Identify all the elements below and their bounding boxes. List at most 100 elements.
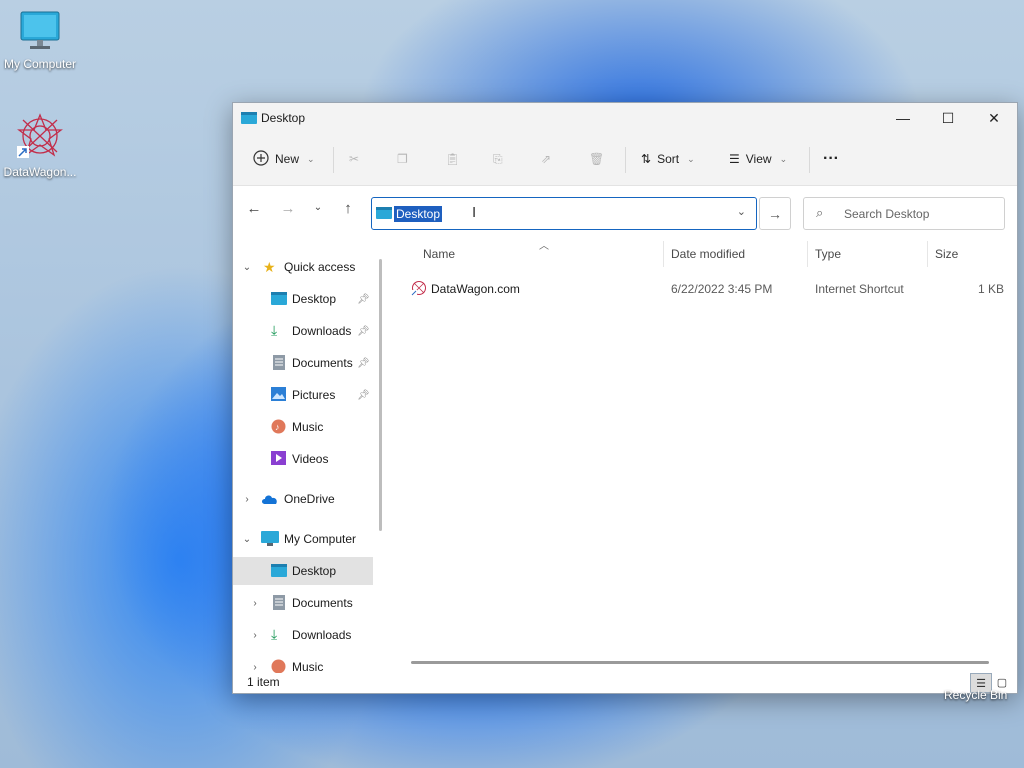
search-icon: ⌕ — [816, 205, 824, 220]
trash-icon: 🗑︎ — [589, 152, 605, 166]
chevron-down-icon[interactable]: ⌄ — [241, 262, 253, 273]
sidebar-item-label: Desktop — [292, 564, 337, 578]
command-bar: New ⌄ ✂ ❐ 📋︎ ⎘ ⇗ 🗑︎ ⇅ Sort ⌄ ☰ View ⌄ ··… — [233, 133, 1017, 186]
copy-button[interactable]: ❐ — [397, 147, 408, 171]
desktop-icon-recycle-bin-label[interactable]: Recycle Bin — [944, 688, 1007, 702]
download-arrow-icon: ⤓ — [271, 626, 278, 642]
column-header-size[interactable]: Size — [935, 247, 958, 261]
chevron-down-icon[interactable]: ⌄ — [241, 534, 253, 545]
file-size: 1 KB — [978, 282, 1005, 296]
chevron-down-icon: ⌄ — [687, 153, 695, 164]
file-name: DataWagon.com — [431, 282, 520, 296]
back-arrow-icon[interactable]: ← — [243, 200, 265, 220]
sidebar-scrollbar[interactable] — [379, 259, 382, 531]
sidebar-item-desktop[interactable]: Desktop 📌︎ — [233, 285, 373, 313]
recent-locations-chevron-icon[interactable]: ⌄ — [307, 202, 329, 222]
chevron-right-icon[interactable]: › — [249, 598, 261, 609]
column-header-name[interactable]: Name — [423, 247, 455, 261]
chevron-down-icon: ⌄ — [307, 153, 315, 164]
sidebar-item-music[interactable]: ♪ Music — [233, 413, 373, 441]
desktop-icon-label: My Computer — [3, 57, 77, 71]
maximize-button[interactable]: ☐ — [925, 103, 971, 133]
cloud-icon — [261, 493, 277, 509]
new-label: New — [275, 152, 300, 166]
title-bar[interactable]: Desktop — ☐ ✕ — [233, 103, 1017, 133]
table-row[interactable]: DataWagon.com 6/22/2022 3:45 PM Internet… — [409, 279, 1009, 301]
sidebar-item-documents[interactable]: Documents 📌︎ — [233, 349, 373, 377]
music-icon: ♪ — [271, 419, 287, 435]
new-button[interactable]: New ⌄ — [253, 147, 315, 171]
chevron-right-icon[interactable]: › — [249, 630, 261, 641]
monitor-icon — [0, 10, 80, 55]
cut-button[interactable]: ✂ — [349, 147, 359, 171]
view-button[interactable]: ☰ View ⌄ — [729, 147, 787, 171]
sidebar-item-computer-downloads[interactable]: › ⤓ Downloads — [233, 621, 373, 649]
divider[interactable] — [807, 241, 808, 267]
sort-ascending-icon: ︿ — [539, 241, 549, 252]
column-header-date[interactable]: Date modified — [671, 247, 745, 261]
divider[interactable] — [927, 241, 928, 267]
pin-icon[interactable]: 📌︎ — [357, 358, 370, 369]
datawagon-shortcut-icon — [0, 112, 80, 163]
go-button[interactable]: → — [759, 197, 791, 230]
document-icon — [273, 355, 289, 371]
desktop-icon-my-computer[interactable]: My Computer — [0, 10, 80, 71]
sidebar-item-pictures[interactable]: Pictures 📌︎ — [233, 381, 373, 409]
sidebar-item-videos[interactable]: Videos — [233, 445, 373, 473]
navigation-pane[interactable]: ⌄ ★ Quick access Desktop 📌︎ ⤓ Downloads … — [233, 233, 383, 673]
share-button[interactable]: ⇗ — [541, 147, 551, 171]
divider[interactable] — [663, 241, 664, 267]
file-explorer-window: Desktop — ☐ ✕ New ⌄ ✂ ❐ 📋︎ ⎘ ⇗ 🗑︎ ⇅ Sort… — [232, 102, 1018, 694]
sidebar-item-label: Quick access — [284, 260, 356, 274]
desktop-icon-datawagon[interactable]: DataWagon... — [0, 112, 80, 179]
chevron-right-icon[interactable]: › — [241, 494, 253, 505]
sidebar-item-label: Music — [292, 420, 324, 434]
sidebar-item-onedrive[interactable]: › OneDrive — [233, 485, 373, 513]
more-icon: ··· — [823, 150, 839, 167]
paste-button[interactable]: 📋︎ — [445, 147, 460, 171]
sidebar-item-downloads[interactable]: ⤓ Downloads 📌︎ — [233, 317, 373, 345]
copy-icon: ❐ — [397, 152, 408, 166]
sidebar-item-label: OneDrive — [284, 492, 335, 506]
sort-button[interactable]: ⇅ Sort ⌄ — [641, 147, 695, 171]
music-icon — [271, 659, 287, 673]
sidebar-item-label: Pictures — [292, 388, 336, 402]
navigation-bar: ← → ⌄ ↑ Desktop I ⌄ → ⌕ Search Desktop — [233, 186, 1017, 234]
desktop-folder-icon — [376, 207, 392, 222]
internet-shortcut-icon — [411, 280, 427, 299]
text-cursor-icon: I — [472, 204, 477, 221]
sidebar-item-label: My Computer — [284, 532, 357, 546]
desktop-folder-icon — [271, 292, 287, 308]
search-box[interactable]: ⌕ Search Desktop — [803, 197, 1005, 230]
sidebar-item-quick-access[interactable]: ⌄ ★ Quick access — [233, 253, 373, 281]
sidebar-item-label: Documents — [292, 356, 353, 370]
pin-icon[interactable]: 📌︎ — [357, 326, 370, 337]
sidebar-item-label: Downloads — [292, 324, 352, 338]
minimize-button[interactable]: — — [880, 103, 926, 133]
share-icon: ⇗ — [541, 152, 552, 166]
more-options-button[interactable]: ··· — [823, 147, 839, 171]
forward-arrow-icon[interactable]: → — [277, 200, 299, 220]
address-bar[interactable]: Desktop I ⌄ — [371, 197, 757, 230]
delete-button[interactable]: 🗑︎ — [589, 147, 604, 171]
address-input-selected-text[interactable]: Desktop — [394, 206, 443, 222]
sidebar-item-my-computer[interactable]: ⌄ My Computer — [233, 525, 373, 553]
horizontal-scrollbar[interactable] — [411, 661, 989, 664]
divider — [333, 147, 334, 173]
sidebar-item-computer-music[interactable]: › Music — [233, 653, 373, 673]
up-arrow-icon[interactable]: ↑ — [337, 200, 359, 220]
search-placeholder: Search Desktop — [844, 207, 930, 221]
chevron-right-icon[interactable]: › — [249, 662, 261, 673]
pin-icon[interactable]: 📌︎ — [357, 294, 370, 305]
chevron-down-icon[interactable]: ⌄ — [737, 205, 746, 218]
desktop-folder-icon — [271, 564, 287, 580]
sidebar-item-label: Videos — [292, 452, 329, 466]
chevron-down-icon: ⌄ — [779, 153, 788, 164]
tiles-view-icon: ▢ — [996, 676, 1008, 689]
close-button[interactable]: ✕ — [971, 103, 1017, 133]
column-header-type[interactable]: Type — [815, 247, 841, 261]
pin-icon[interactable]: 📌︎ — [357, 390, 370, 401]
rename-button[interactable]: ⎘ — [493, 147, 503, 171]
sidebar-item-computer-documents[interactable]: › Documents — [233, 589, 373, 617]
sidebar-item-computer-desktop[interactable]: Desktop — [233, 557, 373, 585]
